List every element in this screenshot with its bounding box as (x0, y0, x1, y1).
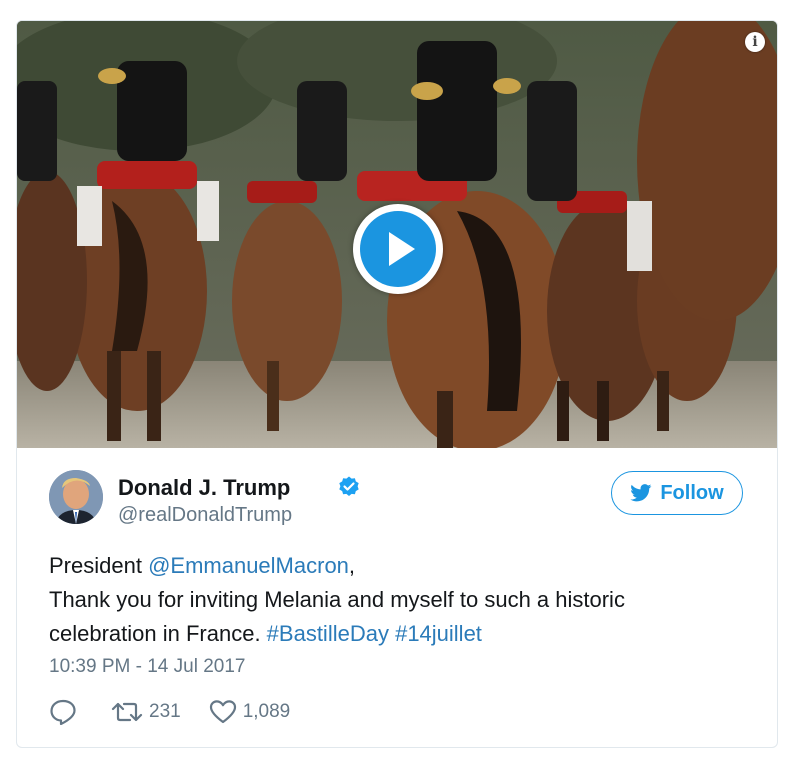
heart-icon (209, 700, 236, 724)
like-count: 1,089 (242, 701, 291, 722)
follow-label: Follow (660, 481, 724, 504)
tweet-text-segment: celebration in France. (49, 621, 267, 646)
hashtag-link-bastilleday[interactable]: #BastilleDay (267, 621, 389, 646)
like-button[interactable]: 1,089 (209, 699, 291, 725)
tweet-card: i Donald J. Trump @realDonaldTrump Follo… (16, 20, 778, 748)
reply-icon (50, 699, 76, 725)
avatar[interactable] (49, 470, 103, 524)
user-handle[interactable]: @realDonaldTrump (118, 504, 292, 527)
retweet-button[interactable]: 231 (111, 700, 181, 724)
reply-button[interactable] (49, 699, 83, 725)
verified-badge-icon (339, 476, 359, 496)
tweet-line-1: President @EmmanuelMacron, (49, 549, 749, 583)
user-name[interactable]: Donald J. Trump (118, 475, 290, 501)
follow-button[interactable]: Follow (611, 471, 743, 515)
hashtag-link-14juillet[interactable]: #14juillet (395, 621, 482, 646)
tweet-line-2: Thank you for inviting Melania and mysel… (49, 587, 625, 612)
tweet-timestamp[interactable]: 10:39 PM - 14 Jul 2017 (49, 656, 245, 678)
tweet-text-segment: President (49, 553, 149, 578)
tweet-line-3: celebration in France. #BastilleDay #14j… (49, 617, 749, 651)
tweet-actions: 231 1,089 (49, 697, 318, 727)
play-icon (389, 232, 415, 266)
tweet-text: President @EmmanuelMacron, Thank you for… (49, 549, 749, 651)
info-icon[interactable]: i (745, 32, 765, 52)
tweet-text-segment: , (348, 553, 356, 578)
twitter-bird-icon (630, 484, 652, 502)
mention-link[interactable]: @EmmanuelMacron (148, 553, 349, 578)
play-button[interactable] (353, 204, 443, 294)
video-player[interactable]: i (17, 21, 777, 448)
retweet-count: 231 (149, 701, 181, 722)
retweet-icon (111, 702, 143, 722)
